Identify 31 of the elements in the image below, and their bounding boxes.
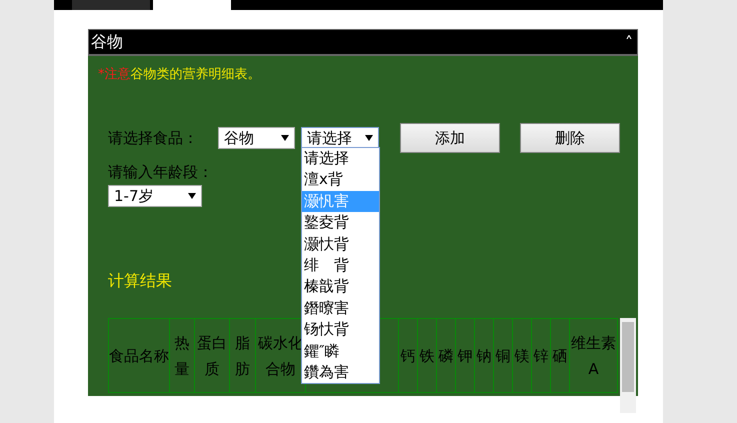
column-header: 钾	[456, 318, 474, 392]
food-select[interactable]: 请选择	[301, 127, 379, 149]
column-header: 硒	[550, 318, 570, 392]
caret-icon	[281, 135, 289, 141]
column-header: 锌	[532, 318, 550, 392]
caret-icon	[188, 193, 196, 199]
column-header: 镁	[512, 318, 532, 392]
column-header: 钙	[398, 318, 418, 392]
scrollbar[interactable]	[620, 318, 636, 413]
column-header: 铁	[418, 318, 436, 392]
column-header: 脂肪	[230, 318, 256, 392]
column-header: 维生素A	[570, 318, 618, 392]
panel-title: 谷物	[91, 32, 123, 52]
column-header: 铜	[494, 318, 512, 392]
category-select[interactable]: 谷物	[218, 127, 295, 149]
add-button[interactable]: 添加	[400, 123, 500, 153]
column-header: 蛋白质	[194, 318, 230, 392]
caret-icon	[365, 135, 373, 141]
collapse-glyph[interactable]: ˄	[625, 32, 633, 52]
delete-button[interactable]: 删除	[520, 123, 620, 153]
results-heading: 计算结果	[108, 271, 172, 290]
column-header: 食品名称	[108, 318, 170, 392]
tab[interactable]	[72, 0, 150, 10]
column-header: 热量	[170, 318, 194, 392]
age-select[interactable]: 1-7岁	[108, 185, 202, 207]
note-text: *注意谷物类的营养明细表。	[98, 67, 260, 82]
column-header: 钠	[474, 318, 494, 392]
tab[interactable]	[153, 0, 231, 10]
age-label: 请输入年龄段：	[108, 163, 213, 182]
column-header: 磷	[436, 318, 456, 392]
food-label: 请选择食品：	[108, 128, 199, 148]
